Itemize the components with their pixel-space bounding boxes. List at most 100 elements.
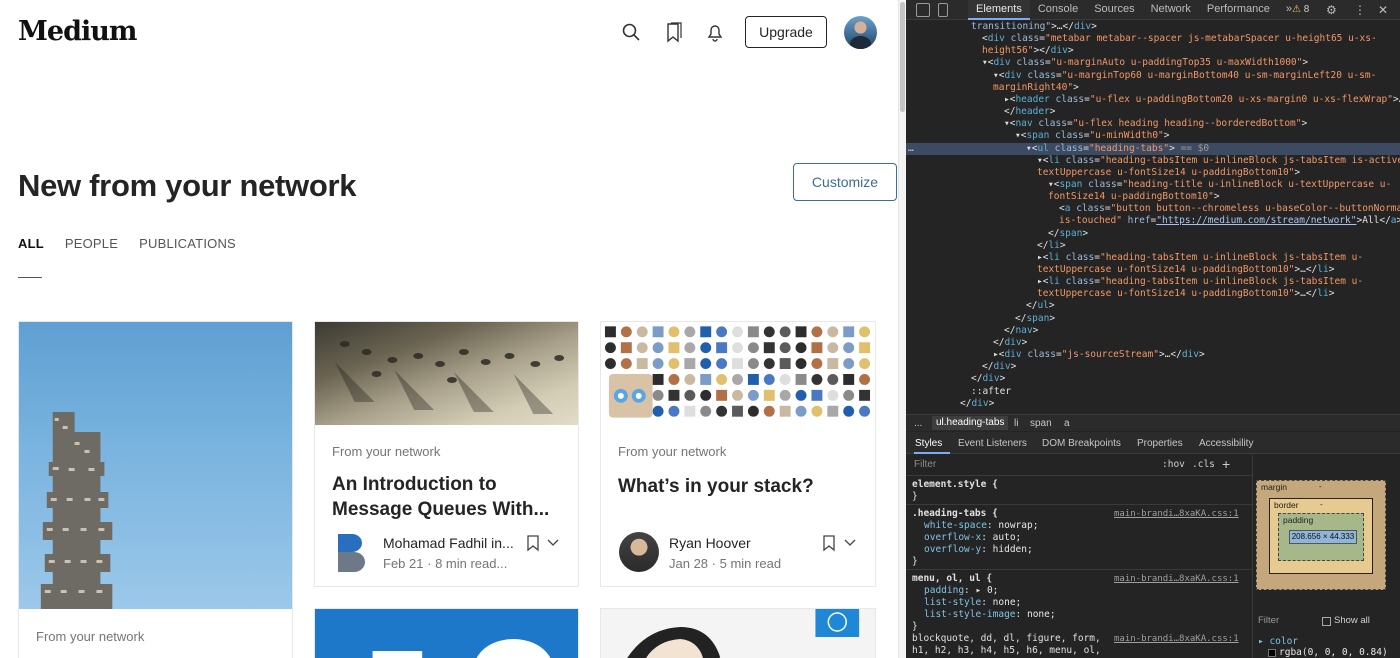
upgrade-button[interactable]: Upgrade	[745, 16, 827, 48]
dom-node[interactable]: ▸<li class="heading-tabsItem u-inlineBlo…	[1037, 252, 1363, 264]
css-rule-line[interactable]: menu, ol, ul {	[912, 573, 992, 585]
tab-sources[interactable]: Sources	[1086, 0, 1142, 20]
dom-node[interactable]: </div>	[982, 361, 1016, 373]
selected-row-ellipsis[interactable]: …	[908, 143, 914, 155]
css-rule-line[interactable]: }	[912, 556, 918, 568]
stylesheet-source-link[interactable]: main-brandi…8xaKA.css:1	[1114, 508, 1239, 520]
computed-filter-input[interactable]: Filter	[1258, 615, 1279, 626]
class-toggle[interactable]: .cls	[1192, 459, 1215, 470]
box-model-padding[interactable]: padding 208.656 × 44.333	[1278, 513, 1364, 561]
dom-node[interactable]: <a class="button button--chromeless u-ba…	[1059, 203, 1400, 215]
css-rule-line[interactable]: }	[912, 621, 918, 633]
dom-node[interactable]: ::after	[971, 386, 1011, 398]
publication-logo[interactable]	[336, 532, 370, 572]
dom-node[interactable]: textUppercase u-fontSize14 u-paddingBott…	[1037, 264, 1334, 276]
tab-people[interactable]: PEOPLE	[65, 236, 118, 251]
dom-node[interactable]: ▸<li class="heading-tabsItem u-inlineBlo…	[1037, 276, 1363, 288]
subtab-properties[interactable]: Properties	[1137, 438, 1183, 449]
tab-console[interactable]: Console	[1030, 0, 1086, 20]
card-title-line[interactable]: What’s in your stack?	[618, 474, 814, 499]
dom-node[interactable]: </ul>	[1026, 300, 1055, 312]
box-model-margin[interactable]: margin - border - padding 208.656 × 44.3…	[1256, 480, 1386, 590]
dom-node[interactable]: ▾<nav class="u-flex heading heading--bor…	[1004, 118, 1307, 130]
color-swatch[interactable]	[1268, 648, 1276, 657]
dom-node[interactable]: </div>	[960, 398, 994, 410]
css-declaration[interactable]: white-space: nowrap;	[924, 520, 1038, 532]
subtab-event-listeners[interactable]: Event Listeners	[958, 438, 1027, 449]
kebab-menu-icon[interactable]: ⋮	[1354, 3, 1366, 17]
dom-node[interactable]: fontSize14 u-paddingBottom10">	[1048, 191, 1220, 203]
bookmark-icon[interactable]	[820, 534, 838, 552]
dom-node[interactable]: ▾<span class="heading-title u-inlineBloc…	[1048, 179, 1391, 191]
show-all-checkbox[interactable]	[1322, 617, 1331, 626]
dom-node[interactable]: ▾<div class="u-marginAuto u-paddingTop35…	[982, 57, 1308, 69]
dom-node[interactable]: </nav>	[1004, 325, 1038, 337]
customize-button[interactable]: Customize	[793, 163, 897, 201]
dom-node[interactable]: </div>	[971, 373, 1005, 385]
close-devtools-icon[interactable]: ✕	[1378, 3, 1388, 17]
dom-node[interactable]: textUppercase u-fontSize14 u-paddingBott…	[1037, 288, 1334, 300]
warnings-counter[interactable]: ⚠ 8	[1292, 4, 1309, 15]
new-rule-button[interactable]: +	[1222, 456, 1230, 472]
breadcrumb-more[interactable]: ...	[914, 418, 922, 429]
author-avatar[interactable]	[619, 532, 659, 572]
card-title-line[interactable]: An Introduction to	[332, 472, 497, 497]
css-declaration[interactable]: list-style-image: none;	[924, 609, 1056, 621]
breadcrumb-a[interactable]: a	[1064, 418, 1070, 429]
page-scrollbar[interactable]	[898, 0, 906, 658]
subtab-dom-breakpoints[interactable]: DOM Breakpoints	[1042, 438, 1121, 449]
css-rule-line[interactable]: blockquote, dd, dl, figure, form,	[912, 633, 1101, 645]
settings-gear-icon[interactable]: ⚙	[1326, 3, 1337, 17]
styles-filter-input[interactable]: Filter	[914, 459, 936, 470]
breadcrumb-ul[interactable]: ul.heading-tabs	[932, 416, 1009, 430]
story-card[interactable]: From your network	[18, 321, 293, 658]
dom-node[interactable]: </li>	[1037, 240, 1066, 252]
notifications-icon[interactable]	[704, 21, 726, 43]
tab-publications[interactable]: PUBLICATIONS	[139, 236, 236, 251]
dom-node[interactable]: height56"></div>	[982, 45, 1074, 57]
dom-node[interactable]: <div class="metabar metabar--spacer js-m…	[982, 33, 1377, 45]
dom-node[interactable]: textUppercase u-fontSize14 u-paddingBott…	[1037, 167, 1300, 179]
box-model-border[interactable]: border - padding 208.656 × 44.333	[1269, 498, 1373, 574]
dom-node[interactable]: transitioning">…</div>	[971, 21, 1097, 33]
story-card[interactable]	[600, 608, 876, 658]
box-model-content-size[interactable]: 208.656 × 44.333	[1289, 530, 1357, 544]
subtab-styles[interactable]: Styles	[915, 438, 942, 449]
chevron-down-icon[interactable]	[544, 534, 562, 552]
dom-node[interactable]: </span>	[1048, 228, 1088, 240]
story-card[interactable]	[314, 608, 579, 658]
css-rule-line[interactable]: h1, h2, h3, h4, h5, h6, menu, ol,	[912, 645, 1101, 657]
dom-tree[interactable]: transitioning">…</div> <div class="metaba…	[906, 21, 1400, 413]
card-title-line[interactable]: Message Queues With...	[332, 497, 549, 522]
chevron-down-icon[interactable]	[841, 534, 859, 552]
dom-node[interactable]: ▸<header class="u-flex u-paddingBottom20…	[1004, 94, 1400, 106]
css-rule-line[interactable]: }	[912, 491, 918, 503]
styles-rules[interactable]: element.style {} .heading-tabs {main-bran…	[906, 477, 1252, 658]
scrollbar-thumb[interactable]	[900, 2, 905, 112]
css-declaration[interactable]: padding: ▸ 0;	[924, 585, 998, 597]
bookmarks-icon[interactable]	[663, 21, 685, 43]
dom-node[interactable]: ▾<li class="heading-tabsItem u-inlineBlo…	[1037, 155, 1400, 167]
author-name[interactable]: Ryan Hoover	[669, 535, 751, 551]
stylesheet-source-link[interactable]: main-brandi…8xaKA.css:1	[1114, 573, 1239, 585]
medium-logo[interactable]: Medium	[18, 16, 137, 47]
dom-node[interactable]: marginRight40">	[993, 82, 1079, 94]
author-name[interactable]: Mohamad Fadhil in...	[383, 535, 514, 551]
search-icon[interactable]	[620, 21, 642, 43]
css-rule-line[interactable]: .heading-tabs {	[912, 508, 998, 520]
css-declaration[interactable]: list-style: none;	[924, 597, 1021, 609]
breadcrumb-li[interactable]: li	[1014, 418, 1018, 429]
dom-node[interactable]: ▾<span class="u-minWidth0">	[1015, 130, 1170, 142]
inspect-element-icon[interactable]	[916, 3, 930, 17]
subtab-accessibility[interactable]: Accessibility	[1199, 438, 1253, 449]
story-card[interactable]: From your network What’s in your stack? …	[600, 321, 876, 587]
tab-network[interactable]: Network	[1143, 0, 1199, 20]
dom-node[interactable]: </div>	[993, 337, 1027, 349]
tab-all[interactable]: ALL	[18, 236, 44, 251]
tab-performance[interactable]: Performance	[1199, 0, 1278, 20]
bookmark-icon[interactable]	[524, 534, 542, 552]
tab-elements[interactable]: Elements	[968, 0, 1030, 20]
device-toolbar-icon[interactable]	[938, 3, 948, 17]
dom-node[interactable]: is-touched" href="https://medium.com/str…	[1059, 215, 1400, 227]
user-avatar[interactable]	[844, 16, 877, 49]
